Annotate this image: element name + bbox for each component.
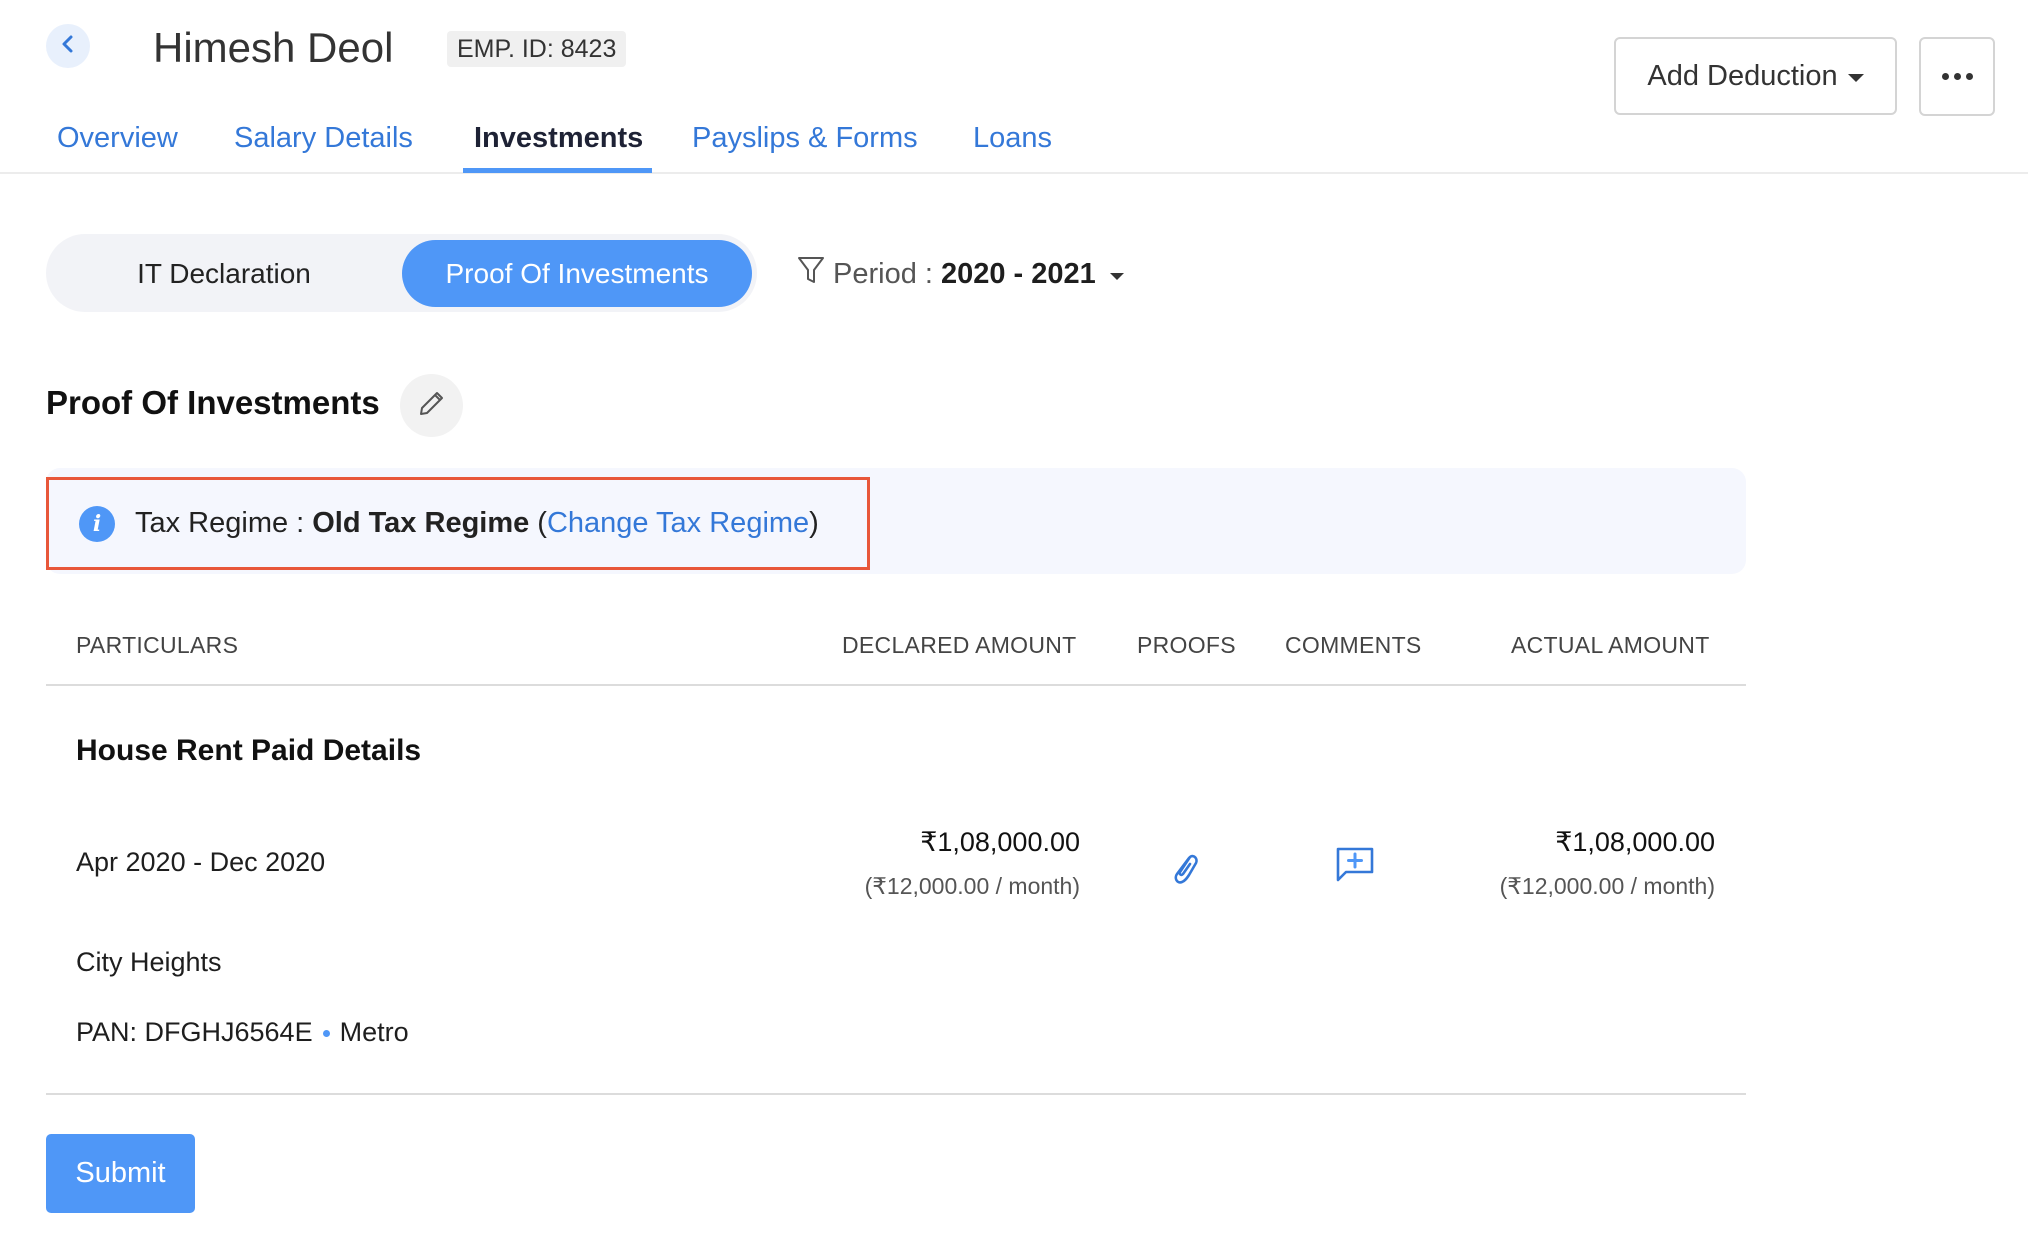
tab-payslips-forms[interactable]: Payslips & Forms: [692, 118, 918, 158]
tab-loans[interactable]: Loans: [973, 118, 1052, 158]
period-label: Period :: [833, 257, 933, 290]
declared-monthly: (₹12,000.00 / month): [864, 873, 1080, 899]
edit-button[interactable]: [400, 374, 463, 437]
table-header-divider: [46, 684, 1746, 686]
pan-number: PAN: DFGHJ6564E: [76, 1017, 313, 1047]
back-button[interactable]: [46, 24, 90, 68]
close-paren: ): [809, 507, 819, 539]
section-title: Proof Of Investments: [46, 384, 380, 421]
tab-bar: Overview Salary Details Investments Pays…: [0, 110, 2028, 174]
add-comment-button[interactable]: [1336, 847, 1374, 888]
pan-details: PAN: DFGHJ6564E Metro: [76, 1015, 409, 1049]
add-deduction-label: Add Deduction: [1647, 59, 1838, 92]
declared-amount: ₹1,08,000.00: [920, 827, 1080, 857]
period-value: 2020 - 2021: [940, 257, 1096, 290]
column-header-proofs: PROOFS: [1137, 632, 1236, 658]
toggle-proof-of-investments[interactable]: Proof Of Investments: [402, 240, 752, 307]
column-header-comments: COMMENTS: [1285, 632, 1422, 658]
column-header-declared-amount: DECLARED AMOUNT: [842, 632, 1077, 658]
paperclip-icon: [1168, 854, 1202, 892]
employee-id-badge: EMP. ID: 8423: [447, 31, 627, 67]
table-footer-divider: [46, 1093, 1746, 1095]
actual-amount: ₹1,08,000.00: [1555, 827, 1715, 857]
tax-regime-value: Old Tax Regime: [312, 507, 530, 539]
ellipsis-icon: [1941, 73, 1973, 80]
actual-monthly: (₹12,000.00 / month): [1499, 873, 1715, 899]
caret-down-icon: [1847, 74, 1864, 82]
separator-dot: [322, 1030, 330, 1038]
more-options-button[interactable]: [1919, 37, 1995, 116]
active-tab-indicator: [463, 168, 652, 173]
tab-salary-details[interactable]: Salary Details: [234, 118, 413, 158]
period-selector[interactable]: Period : 2020 - 2021: [797, 254, 1124, 294]
group-title: House Rent Paid Details: [76, 734, 422, 767]
pencil-icon: [417, 388, 447, 423]
filter-icon: [797, 255, 833, 293]
add-deduction-button[interactable]: Add Deduction: [1614, 37, 1897, 115]
toggle-it-declaration[interactable]: IT Declaration: [46, 240, 402, 307]
chevron-left-icon: [60, 34, 76, 59]
landlord-name: City Heights: [76, 947, 222, 977]
submit-button[interactable]: Submit: [46, 1134, 195, 1213]
attach-proof-button[interactable]: [1168, 850, 1202, 893]
row-period: Apr 2020 - Dec 2020: [76, 847, 326, 877]
open-paren: (: [537, 507, 547, 539]
tab-investments[interactable]: Investments: [474, 118, 643, 158]
declaration-toggle: IT Declaration Proof Of Investments: [46, 234, 757, 312]
change-tax-regime-link[interactable]: Change Tax Regime: [547, 507, 809, 540]
tab-overview[interactable]: Overview: [57, 118, 178, 158]
tax-regime-highlight: i Tax Regime : Old Tax Regime ( Change T…: [46, 477, 870, 570]
column-header-particulars: PARTICULARS: [76, 632, 239, 658]
info-icon: i: [79, 505, 115, 542]
employee-name: Himesh Deol: [153, 24, 394, 71]
city-type: Metro: [339, 1017, 409, 1047]
add-comment-icon: [1336, 847, 1374, 887]
column-header-actual-amount: ACTUAL AMOUNT: [1511, 632, 1710, 658]
caret-down-icon: [1109, 272, 1124, 280]
tax-regime-label: Tax Regime :: [135, 507, 305, 539]
